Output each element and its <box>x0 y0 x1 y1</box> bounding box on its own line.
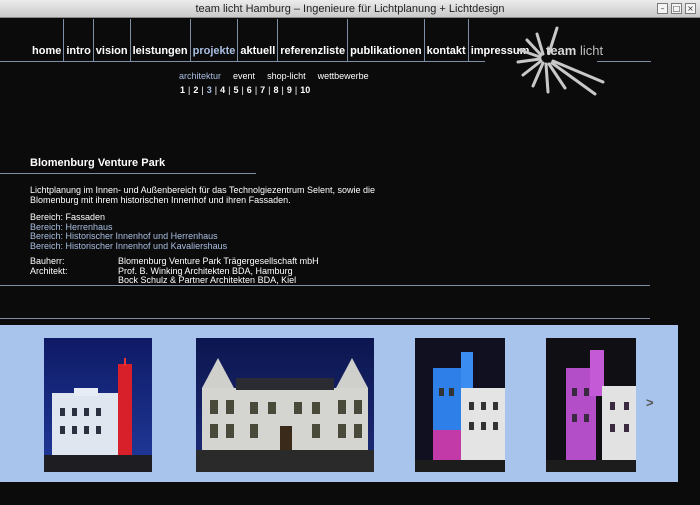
pagination: 1 | 2 | 3 | 4 | 5 | 6 | 7 | 8 | 9 | 10 <box>180 85 310 95</box>
page-link-6[interactable]: 6 <box>247 85 252 95</box>
info-divider <box>0 285 650 286</box>
page-link-7[interactable]: 7 <box>260 85 265 95</box>
page-link-4[interactable]: 4 <box>220 85 225 95</box>
nav-item-publikationen[interactable]: publikationen <box>347 19 424 62</box>
page-link-5[interactable]: 5 <box>233 85 238 95</box>
page-separator: | <box>228 85 231 95</box>
minimize-button[interactable]: – <box>657 3 668 14</box>
logo-text: team licht <box>546 43 604 58</box>
page-link-10[interactable]: 10 <box>300 85 310 95</box>
nav-item-projekte[interactable]: projekte <box>189 19 238 62</box>
window-controls: – □ × <box>657 3 696 14</box>
subnav-item-shop-licht[interactable]: shop-licht <box>267 71 306 81</box>
nav-item-home[interactable]: home <box>30 19 63 62</box>
page-link-8[interactable]: 8 <box>274 85 279 95</box>
gallery-thumb-4[interactable] <box>546 338 636 472</box>
page-separator: | <box>268 85 271 95</box>
page-separator: | <box>214 85 218 95</box>
nav-item-leistungen[interactable]: leistungen <box>129 19 190 62</box>
team-licht-logo-icon[interactable] <box>515 22 615 102</box>
info-row-architekt: Architekt: Prof. B. Winking Architekten … <box>30 265 319 286</box>
project-description: Lichtplanung im Innen- und Außenbereich … <box>30 185 376 205</box>
page-separator: | <box>188 85 191 95</box>
page-separator: | <box>201 85 204 95</box>
bereich-link-innenhof-kavaliershaus[interactable]: Bereich: Historischer Innenhof und Kaval… <box>30 241 227 252</box>
page-link-9[interactable]: 9 <box>287 85 292 95</box>
page-link-1[interactable]: 1 <box>180 85 185 95</box>
subnav-item-architektur[interactable]: architektur <box>179 71 221 81</box>
page-link-2[interactable]: 2 <box>193 85 198 95</box>
window-title: team licht Hamburg – Ingenieure für Lich… <box>195 3 505 15</box>
photo-gallery: > <box>0 325 678 482</box>
main-nav: home intro vision leistungen projekte ak… <box>30 19 531 62</box>
architekt-label: Architekt: <box>30 265 68 276</box>
project-info: Bauherr: Blomenburg Venture Park Trägerg… <box>30 256 319 286</box>
gallery-divider <box>0 318 650 319</box>
page-separator: | <box>241 85 244 95</box>
gallery-thumb-2[interactable] <box>196 338 374 472</box>
nav-item-intro[interactable]: intro <box>63 19 92 62</box>
page-separator: | <box>254 85 258 95</box>
bereich-list: Bereich: Fassaden Bereich: Herrenhaus Be… <box>30 212 227 252</box>
nav-item-kontakt[interactable]: kontakt <box>423 19 468 62</box>
subnav-item-wettbewerbe[interactable]: wettbewerbe <box>318 71 369 81</box>
title-divider <box>0 173 256 174</box>
page-separator: | <box>294 85 298 95</box>
gallery-thumb-1[interactable] <box>44 338 152 472</box>
maximize-button[interactable]: □ <box>671 3 682 14</box>
page-link-3[interactable]: 3 <box>207 85 212 95</box>
nav-item-vision[interactable]: vision <box>92 19 130 62</box>
sub-nav: architektur event shop-licht wettbewerbe <box>179 71 369 81</box>
subnav-item-event[interactable]: event <box>233 71 255 81</box>
nav-item-aktuell[interactable]: aktuell <box>237 19 277 62</box>
page-separator: | <box>281 85 284 95</box>
window-titlebar: team licht Hamburg – Ingenieure für Lich… <box>0 0 700 18</box>
page: home intro vision leistungen projekte ak… <box>0 19 700 505</box>
close-button[interactable]: × <box>685 3 696 14</box>
project-title: Blomenburg Venture Park <box>30 157 166 169</box>
gallery-thumb-3[interactable] <box>415 338 505 472</box>
nav-item-referenzliste[interactable]: referenzliste <box>277 19 347 62</box>
gallery-next-arrow-icon[interactable]: > <box>646 395 654 410</box>
